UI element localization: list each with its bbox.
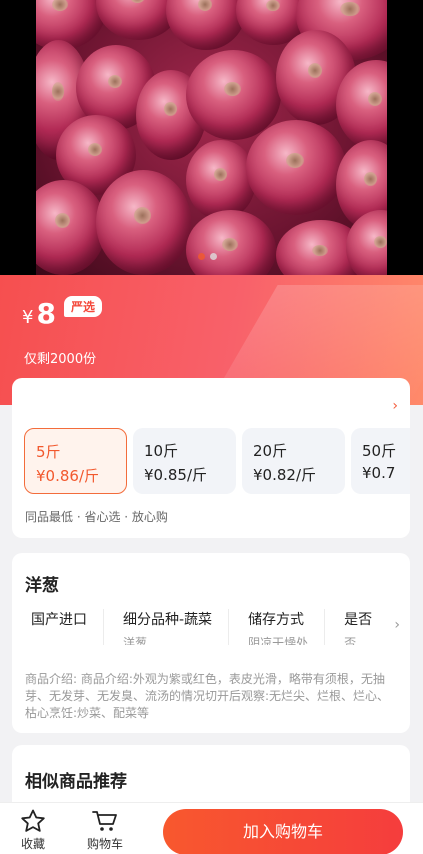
spec-unit-price: ¥0.86/斤 — [36, 467, 99, 485]
spec-unit-price: ¥0.82/斤 — [253, 466, 316, 484]
carousel-indicator — [198, 253, 217, 260]
product-info-card: 洋葱 国产进口 细分品种-蔬菜 洋葱 储存方式 阴凉干燥处 是否 否 › 商品介… — [12, 553, 410, 733]
attribute-name: 是否 — [344, 612, 373, 628]
onion-photo — [36, 0, 387, 275]
attribute-value: 阴凉干燥处 — [248, 636, 309, 645]
spec-card: › 5斤 ¥0.86/斤 10斤 ¥0.85/斤 20斤 ¥0.82/斤 50斤… — [12, 378, 410, 538]
chevron-right-icon[interactable]: › — [392, 398, 398, 414]
spec-weight: 10斤 — [144, 442, 179, 460]
attribute-item: 是否 否 — [325, 609, 388, 645]
bottom-action-bar: 收藏 购物车 加入购物车 — [0, 802, 423, 854]
cart-icon — [92, 811, 117, 831]
attribute-value: 洋葱 — [123, 636, 148, 645]
cart-label: 购物车 — [86, 837, 123, 851]
add-to-cart-button[interactable]: 加入购物车 — [163, 809, 403, 854]
spec-unit-price: ¥0.85/斤 — [144, 466, 207, 484]
spec-option-20[interactable]: 20斤 ¥0.82/斤 — [242, 428, 345, 494]
attribute-name: 储存方式 — [248, 612, 305, 628]
attribute-name: 细分品种-蔬菜 — [123, 612, 213, 628]
product-detail-page: ¥ 8 严选 仅剩2000份 › 5斤 ¥0.86/斤 10斤 ¥0.85/斤 … — [0, 0, 423, 854]
carousel-dot-active — [198, 253, 205, 260]
cart-button[interactable]: 购物车 — [80, 809, 130, 852]
spec-option-5[interactable]: 5斤 ¥0.86/斤 — [24, 428, 127, 494]
service-promise: 同品最低 · 省心选 · 放心购 — [25, 510, 168, 524]
attribute-name: 国产进口 — [31, 612, 87, 628]
favorite-label: 收藏 — [20, 837, 45, 851]
spec-option-50[interactable]: 50斤 ¥0.7 — [351, 428, 410, 494]
attribute-item: 储存方式 阴凉干燥处 — [229, 609, 326, 645]
selection-badge: 严选 — [64, 296, 103, 317]
stock-remaining: 仅剩2000份 — [24, 352, 97, 367]
favorite-button[interactable]: 收藏 — [8, 809, 58, 852]
chevron-right-icon[interactable]: › — [394, 617, 400, 633]
spec-option-10[interactable]: 10斤 ¥0.85/斤 — [133, 428, 236, 494]
product-name: 洋葱 — [25, 576, 59, 596]
attribute-item: 国产进口 — [12, 609, 104, 645]
spec-weight: 50斤 — [362, 442, 397, 460]
product-description: 商品介绍: 商品介绍:外观为紫或红色，表皮光滑，略带有须根，无抽芽、无发芽、无发… — [25, 672, 390, 720]
recommendation-title: 相似商品推荐 — [25, 772, 127, 792]
spec-weight: 20斤 — [253, 442, 288, 460]
product-image-carousel[interactable] — [0, 0, 423, 275]
attribute-list[interactable]: 国产进口 细分品种-蔬菜 洋葱 储存方式 阴凉干燥处 是否 否 — [12, 609, 398, 645]
carousel-dot — [210, 253, 217, 260]
price: ¥ 8 — [22, 297, 56, 330]
attribute-item: 细分品种-蔬菜 洋葱 — [104, 609, 230, 645]
spec-unit-price: ¥0.7 — [362, 464, 396, 482]
currency-symbol: ¥ — [22, 307, 34, 328]
spec-options: 5斤 ¥0.86/斤 10斤 ¥0.85/斤 20斤 ¥0.82/斤 50斤 ¥… — [24, 428, 410, 494]
attribute-value: 否 — [344, 636, 357, 645]
spec-weight: 5斤 — [36, 443, 61, 461]
star-icon — [21, 809, 45, 832]
price-value: 8 — [36, 297, 56, 330]
